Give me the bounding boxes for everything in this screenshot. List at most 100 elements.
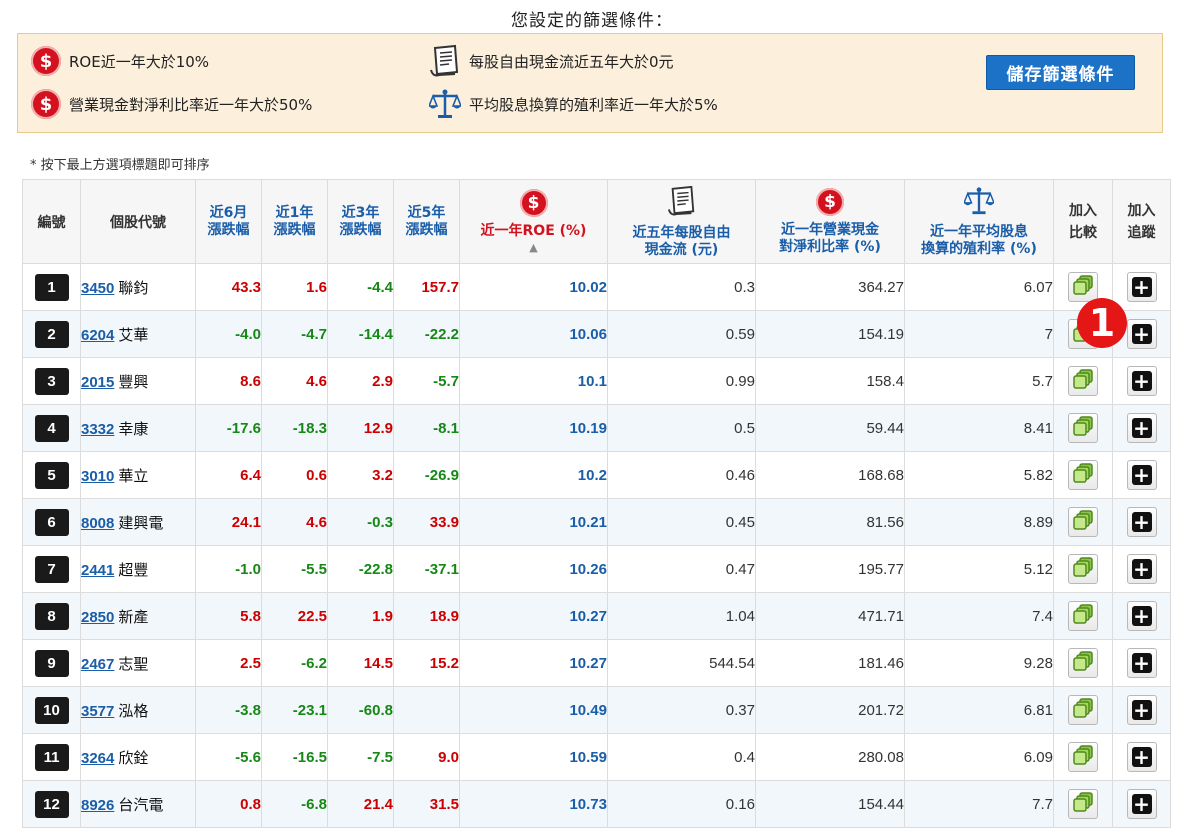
stock-code-link[interactable]: 2015 bbox=[81, 374, 114, 391]
free-cash-flow-value: 0.4 bbox=[607, 733, 756, 781]
change-3y: -14.4 bbox=[327, 310, 394, 358]
table-row: 7 2441 超豐 -1.0 -5.5 -22.8 -37.1 10.26 0.47 195.77… bbox=[22, 545, 1171, 593]
stock-code-link[interactable]: 3010 bbox=[81, 468, 114, 485]
add-track-button[interactable]: + bbox=[1126, 695, 1157, 725]
change-6m: 5.8 bbox=[195, 592, 262, 640]
add-compare-button[interactable] bbox=[1068, 601, 1098, 631]
stock-code-link[interactable]: 3264 bbox=[81, 750, 114, 767]
scale-icon bbox=[962, 186, 996, 220]
add-compare-button[interactable] bbox=[1068, 648, 1098, 678]
plus-icon: + bbox=[1131, 651, 1152, 675]
add-compare-button[interactable] bbox=[1068, 413, 1098, 443]
roe-value: 10.27 bbox=[459, 592, 608, 640]
row-number-badge: 1 bbox=[34, 273, 69, 301]
operating-cash-ratio-value: 154.19 bbox=[755, 310, 905, 358]
change-1y: -18.3 bbox=[261, 404, 328, 452]
add-track-button[interactable]: + bbox=[1126, 272, 1157, 302]
roe-value: 10.02 bbox=[459, 263, 608, 311]
table-row: 8 2850 新產 5.8 22.5 1.9 18.9 10.27 1.04 471.71 7.4 + bbox=[22, 592, 1171, 640]
add-compare-button[interactable] bbox=[1068, 460, 1098, 490]
compare-cell bbox=[1053, 780, 1113, 828]
stock-name: 艾華 bbox=[118, 325, 149, 344]
row-number-cell: 10 bbox=[22, 686, 81, 734]
free-cash-flow-value: 1.04 bbox=[607, 592, 756, 640]
stock-code-link[interactable]: 3450 bbox=[81, 280, 114, 297]
header-1y-change[interactable]: 近1年 漲跌幅 bbox=[261, 179, 328, 264]
roe-value: 10.59 bbox=[459, 733, 608, 781]
add-compare-button[interactable] bbox=[1068, 554, 1098, 584]
add-compare-button[interactable] bbox=[1068, 742, 1098, 772]
compare-cell bbox=[1053, 733, 1113, 781]
add-compare-button[interactable] bbox=[1068, 507, 1098, 537]
dividend-yield-value: 7.4 bbox=[904, 592, 1054, 640]
stock-code-link[interactable]: 2441 bbox=[81, 562, 114, 579]
header-stock-code[interactable]: 個股代號 bbox=[80, 179, 196, 264]
add-track-button[interactable]: + bbox=[1126, 460, 1157, 490]
header-free-cash-flow[interactable]: 近五年每股自由 現金流 (元) bbox=[607, 179, 756, 264]
stock-cell: 2441 超豐 bbox=[80, 545, 196, 593]
add-compare-button[interactable] bbox=[1068, 789, 1098, 819]
compare-stack-icon bbox=[1072, 415, 1094, 441]
add-track-button[interactable]: + bbox=[1126, 648, 1157, 678]
stock-code-link[interactable]: 2850 bbox=[81, 609, 114, 626]
change-6m: -5.6 bbox=[195, 733, 262, 781]
stock-code-link[interactable]: 2467 bbox=[81, 656, 114, 673]
add-track-button[interactable]: + bbox=[1126, 789, 1157, 819]
header-6m-change[interactable]: 近6月 漲跌幅 bbox=[195, 179, 262, 264]
add-compare-button[interactable] bbox=[1068, 366, 1098, 396]
save-filter-button[interactable]: 儲存篩選條件 bbox=[986, 55, 1135, 90]
change-3y: -0.3 bbox=[327, 498, 394, 546]
change-1y: 22.5 bbox=[261, 592, 328, 640]
change-5y: -8.1 bbox=[393, 404, 460, 452]
dollar-icon: $ bbox=[519, 189, 548, 217]
stock-name: 聯鈞 bbox=[118, 278, 149, 297]
roe-value: 10.26 bbox=[459, 545, 608, 593]
compare-stack-icon bbox=[1072, 744, 1094, 770]
add-track-button[interactable]: + bbox=[1126, 319, 1157, 349]
operating-cash-ratio-value: 59.44 bbox=[755, 404, 905, 452]
add-track-button[interactable]: + bbox=[1126, 507, 1157, 537]
header-roe[interactable]: $ 近一年ROE (%) ▲ bbox=[459, 179, 608, 264]
change-5y: 15.2 bbox=[393, 639, 460, 687]
dollar-icon: $ bbox=[31, 46, 61, 76]
add-compare-button[interactable] bbox=[1068, 272, 1098, 302]
change-5y: -22.2 bbox=[393, 310, 460, 358]
add-track-button[interactable]: + bbox=[1126, 601, 1157, 631]
change-1y: 1.6 bbox=[261, 263, 328, 311]
change-1y: 0.6 bbox=[261, 451, 328, 499]
add-track-button[interactable]: + bbox=[1126, 742, 1157, 772]
criterion-free-cash-flow: 每股自由現金流近五年大於0元 bbox=[429, 44, 674, 78]
header-3y-change[interactable]: 近3年 漲跌幅 bbox=[327, 179, 394, 264]
plus-icon: + bbox=[1131, 463, 1152, 487]
compare-cell bbox=[1053, 639, 1113, 687]
row-number-badge: 9 bbox=[34, 649, 69, 677]
compare-cell bbox=[1053, 451, 1113, 499]
dividend-yield-value: 6.07 bbox=[904, 263, 1054, 311]
free-cash-flow-value: 0.47 bbox=[607, 545, 756, 593]
header-operating-cash-ratio[interactable]: $ 近一年營業現金 對淨利比率 (%) bbox=[755, 179, 905, 264]
dividend-yield-value: 7.7 bbox=[904, 780, 1054, 828]
stock-cell: 3264 欣銓 bbox=[80, 733, 196, 781]
stock-code-link[interactable]: 8926 bbox=[81, 797, 114, 814]
operating-cash-ratio-value: 364.27 bbox=[755, 263, 905, 311]
plus-icon: + bbox=[1131, 604, 1152, 628]
add-track-button[interactable]: + bbox=[1126, 554, 1157, 584]
add-compare-button[interactable] bbox=[1068, 695, 1098, 725]
row-number-badge: 2 bbox=[34, 320, 69, 348]
add-track-button[interactable]: + bbox=[1126, 413, 1157, 443]
free-cash-flow-value: 0.99 bbox=[607, 357, 756, 405]
row-number-badge: 3 bbox=[34, 367, 69, 395]
dollar-icon: $ bbox=[816, 187, 844, 216]
stock-code-link[interactable]: 3332 bbox=[81, 421, 114, 438]
compare-stack-icon bbox=[1072, 462, 1094, 488]
stock-code-link[interactable]: 6204 bbox=[81, 327, 114, 344]
table-row: 1 3450 聯鈞 43.3 1.6 -4.4 157.7 10.02 0.3 364.27 6.0… bbox=[22, 263, 1171, 311]
stock-code-link[interactable]: 8008 bbox=[81, 515, 114, 532]
criterion-label: 每股自由現金流近五年大於0元 bbox=[469, 52, 674, 71]
stock-code-link[interactable]: 3577 bbox=[81, 703, 114, 720]
add-track-button[interactable]: + bbox=[1126, 366, 1157, 396]
header-dividend-yield[interactable]: 近一年平均股息 換算的殖利率 (%) bbox=[904, 179, 1054, 264]
header-5y-change[interactable]: 近5年 漲跌幅 bbox=[393, 179, 460, 264]
sort-hint: * 按下最上方選項標題即可排序 bbox=[30, 158, 210, 173]
roe-value: 10.1 bbox=[459, 357, 608, 405]
